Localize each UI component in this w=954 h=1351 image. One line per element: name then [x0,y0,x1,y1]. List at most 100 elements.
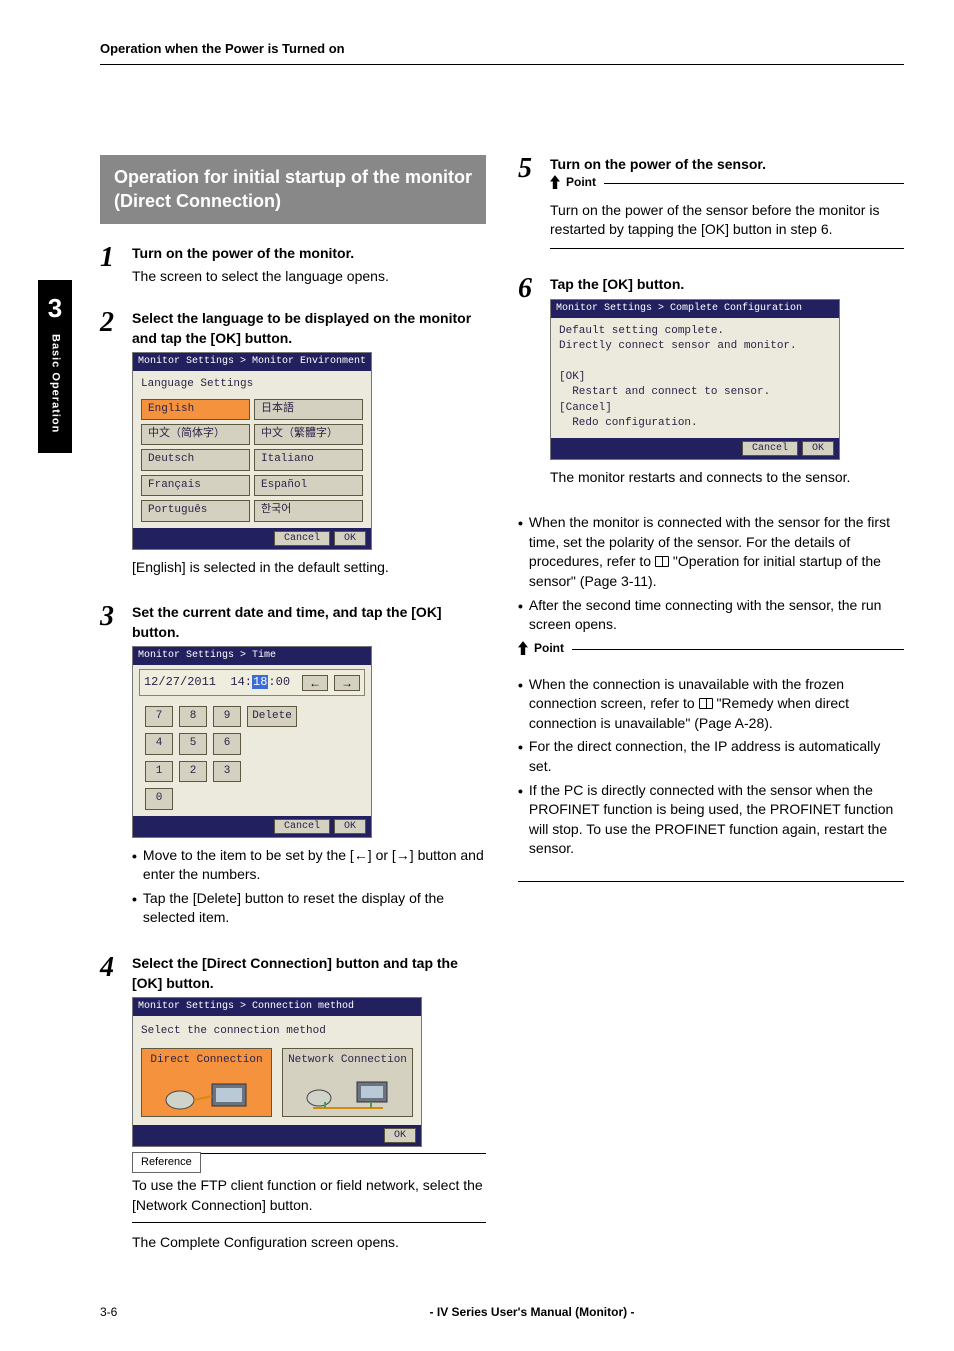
time-pre: 14: [230,675,252,689]
arrow-right-button[interactable]: → [334,675,360,691]
step-3-bullet-2: Tap the [Delete] button to reset the dis… [143,889,486,928]
step-2-caption: [English] is selected in the default set… [132,558,486,578]
step-5-number: 5 [518,155,540,263]
key-9[interactable]: 9 [213,706,241,727]
page-footer: 3-6 - IV Series User's Manual (Monitor) … [100,1304,904,1321]
step-3-number: 3 [100,603,122,942]
network-connection-button[interactable]: Network Connection [282,1048,413,1117]
key-2[interactable]: 2 [179,761,207,782]
step-3-bullet-1: Move to the item to be set by the [←] or… [143,846,486,885]
point-label-text: Point [566,174,596,191]
step-5-point-box: Point Turn on the power of the sensor be… [550,183,904,249]
step-2: 2 Select the language to be displayed on… [100,309,486,591]
after-bullet-2: After the second time connecting with th… [529,596,904,635]
time-screen: Monitor Settings > Time 12/27/2011 14:18… [132,646,372,837]
step-5-title: Turn on the power of the sensor. [550,155,904,175]
step-1: 1 Turn on the power of the monitor. The … [100,244,486,297]
complete-config-message: Default setting complete. Directly conne… [551,318,839,438]
time-ok-button[interactable]: OK [334,819,366,834]
footer-title: - IV Series User's Manual (Monitor) - [160,1304,904,1321]
complete-ok-button[interactable]: OK [802,441,834,456]
time-highlight: 18 [252,675,268,689]
final-point-box: Point When the connection is unavailable… [518,649,904,882]
direct-connection-icon [162,1072,252,1112]
key-8[interactable]: 8 [179,706,207,727]
lang-chinese-simplified[interactable]: 中文（简体字） [141,424,250,445]
language-screen: Monitor Settings > Monitor Environment >… [132,352,372,549]
step-4-after-text: The Complete Configuration screen opens. [132,1233,486,1253]
time-cancel-button[interactable]: Cancel [274,819,330,834]
key-3[interactable]: 3 [213,761,241,782]
lang-chinese-traditional[interactable]: 中文（繁體字） [254,424,363,445]
final-point-bullet-2: For the direct connection, the IP addres… [529,737,904,776]
book-icon [699,698,713,709]
direct-connection-button[interactable]: Direct Connection [141,1048,272,1117]
language-heading: Language Settings [141,377,363,392]
chapter-number: 3 [38,290,72,326]
language-screen-titlebar: Monitor Settings > Monitor Environment >… [133,353,371,371]
lang-german[interactable]: Deutsch [141,449,250,470]
lang-spanish[interactable]: Español [254,475,363,496]
complete-cancel-button[interactable]: Cancel [742,441,798,456]
step-5: 5 Turn on the power of the sensor. Point… [518,155,904,263]
keypad: 7 8 9 Delete 4 5 6 1 2 3 0 [133,700,371,816]
time-value: 12/27/2011 14:18:00 [144,674,290,691]
key-0[interactable]: 0 [145,788,173,809]
final-point-bullet-3: If the PC is directly connected with the… [529,781,904,859]
arrow-left-button[interactable]: ← [302,675,328,691]
key-4[interactable]: 4 [145,733,173,754]
language-grid: English 日本語 中文（简体字） 中文（繁體字） Deutsch Ital… [141,399,363,522]
pin-icon [550,175,560,189]
step-6-caption: The monitor restarts and connects to the… [550,468,904,488]
page-number: 3-6 [100,1304,160,1321]
step-3-title: Set the current date and time, and tap t… [132,603,486,642]
book-icon [655,556,669,567]
key-delete[interactable]: Delete [247,706,297,727]
complete-config-screen: Monitor Settings > Complete Configuratio… [550,299,840,460]
step-2-title: Select the language to be displayed on t… [132,309,486,348]
lang-french[interactable]: Français [141,475,250,496]
connection-ok-button[interactable]: OK [384,1128,416,1143]
connection-screen: Monitor Settings > Connection method Sel… [132,997,422,1147]
step-4-title: Select the [Direct Connection] button an… [132,954,486,993]
time-screen-titlebar: Monitor Settings > Time [133,647,371,665]
key-1[interactable]: 1 [145,761,173,782]
step-6-title: Tap the [OK] button. [550,275,904,295]
left-column: Operation for initial startup of the mon… [100,155,486,1274]
step-4: 4 Select the [Direct Connection] button … [100,954,486,1262]
step-3: 3 Set the current date and time, and tap… [100,603,486,942]
step-1-title: Turn on the power of the monitor. [132,244,486,264]
step-1-text: The screen to select the language opens. [132,267,486,287]
key-5[interactable]: 5 [179,733,207,754]
language-ok-button[interactable]: OK [334,531,366,546]
key-6[interactable]: 6 [213,733,241,754]
lang-portuguese[interactable]: Português [141,500,250,521]
language-cancel-button[interactable]: Cancel [274,531,330,546]
lang-english[interactable]: English [141,399,250,420]
step-6-number: 6 [518,275,540,501]
connection-screen-titlebar: Monitor Settings > Connection method [133,998,421,1016]
final-point-label-text: Point [534,640,564,657]
lang-japanese[interactable]: 日本語 [254,399,363,420]
reference-box: Reference To use the FTP client function… [132,1153,486,1223]
section-title: Operation for initial startup of the mon… [100,155,486,224]
step-1-number: 1 [100,244,122,297]
lang-korean[interactable]: 한국어 [254,500,363,521]
point-label: Point [550,174,604,191]
connection-heading: Select the connection method [141,1024,413,1039]
lang-italian[interactable]: Italiano [254,449,363,470]
key-7[interactable]: 7 [145,706,173,727]
running-head: Operation when the Power is Turned on [100,40,904,65]
time-post: :00 [268,675,290,689]
chapter-label: Basic Operation [47,334,62,433]
right-column: 5 Turn on the power of the sensor. Point… [518,155,904,1274]
direct-connection-label: Direct Connection [146,1053,267,1068]
step-4-number: 4 [100,954,122,1262]
step-2-number: 2 [100,309,122,591]
after-bullets: When the monitor is connected with the s… [518,513,904,635]
date-part: 12/27/2011 [144,675,216,689]
final-point-bullets: When the connection is unavailable with … [518,675,904,859]
after-bullet-1: When the monitor is connected with the s… [529,513,904,591]
complete-config-titlebar: Monitor Settings > Complete Configuratio… [551,300,839,318]
step-6: 6 Tap the [OK] button. Monitor Settings … [518,275,904,501]
